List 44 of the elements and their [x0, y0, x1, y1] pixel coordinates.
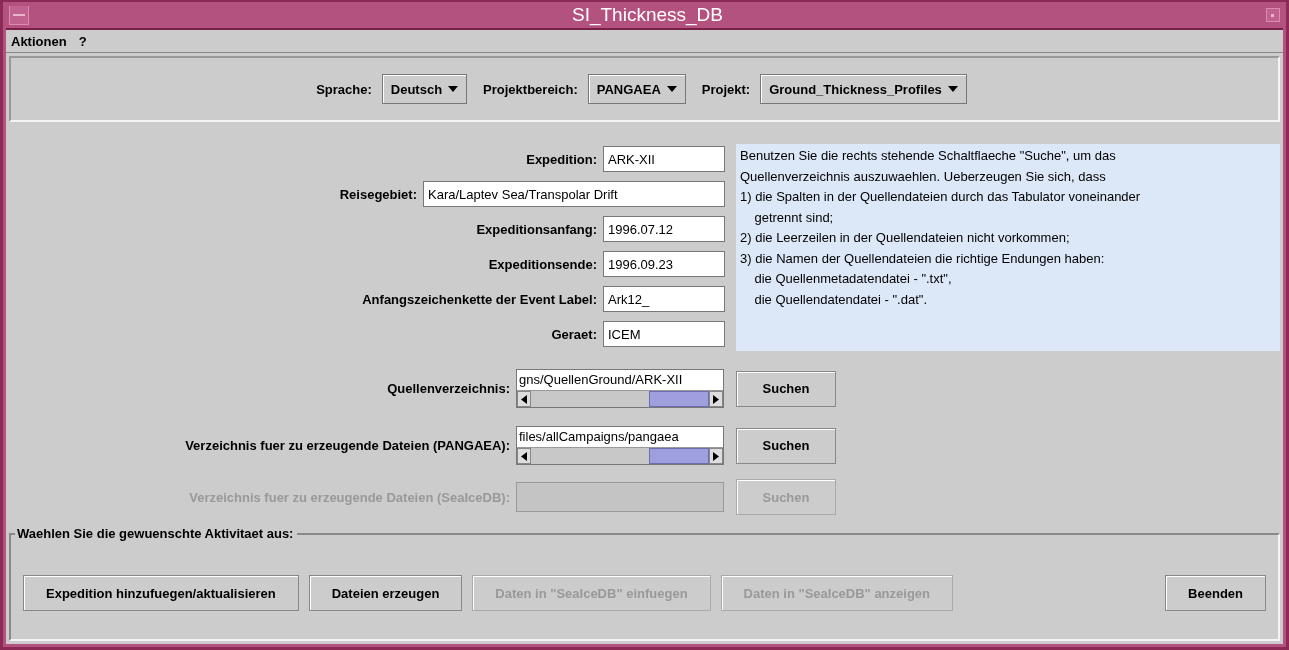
field-label: Reisegebiet: [339, 186, 417, 202]
action-button[interactable]: Beenden [1165, 575, 1266, 611]
menu-item[interactable]: Aktionen [11, 33, 67, 49]
field-label: Anfangszeichenkette der Event Label: [362, 291, 597, 307]
action-button[interactable]: Dateien erzeugen [308, 575, 463, 611]
field-label: Expeditionsende: [488, 256, 597, 272]
selector-label: Sprache: [316, 81, 372, 97]
maximize-button[interactable] [1266, 8, 1280, 22]
selector-label: Projektbereich: [483, 81, 578, 97]
scrollbar[interactable] [517, 447, 723, 464]
dropdown[interactable]: PANGAEA [587, 74, 686, 104]
caret-icon [666, 86, 677, 92]
caret-icon [947, 86, 958, 92]
search-button[interactable]: Suchen [736, 370, 836, 407]
caret-icon [448, 86, 459, 92]
window-title: SI_Thickness_DB [572, 4, 723, 26]
text-field[interactable]: ICEM [603, 321, 725, 347]
text-field[interactable]: Ark12_ [603, 286, 725, 312]
field-label: Expedition: [526, 151, 597, 167]
text-field[interactable]: ARK-XII [603, 146, 725, 172]
right-arrow-icon[interactable] [713, 394, 719, 404]
selector-label: Projekt: [701, 81, 751, 97]
left-arrow-icon[interactable] [521, 394, 527, 404]
group-title: Waehlen Sie die gewuenschte Aktivitaet aus: [15, 526, 298, 541]
field-label: Geraet: [551, 326, 597, 342]
dropdown[interactable]: Ground_Thickness_Profiles [760, 74, 967, 104]
right-arrow-icon[interactable] [713, 451, 719, 461]
path-field[interactable] [516, 482, 724, 512]
text-field[interactable]: Kara/Laptev Sea/Transpolar Drift [423, 181, 725, 207]
path-field[interactable]: gns/QuellenGround/ARK-XII [516, 369, 724, 408]
path-label: Verzeichnis fuer zu erzeugende Dateien (PANGAEA): [185, 438, 510, 453]
text-field[interactable]: 1996.07.12 [603, 216, 725, 242]
search-button[interactable]: Suchen [736, 427, 836, 464]
menu-item[interactable]: ? [78, 33, 87, 49]
dropdown[interactable]: Deutsch [381, 74, 468, 104]
path-label: Quellenverzeichnis: [387, 381, 510, 396]
left-arrow-icon[interactable] [521, 451, 527, 461]
path-field[interactable]: files/allCampaigns/pangaea [516, 426, 724, 465]
scrollbar[interactable] [517, 390, 723, 407]
window-menu-button[interactable] [9, 5, 29, 25]
action-button[interactable]: Expedition hinzufuegen/aktualisieren [23, 575, 299, 611]
field-label: Expeditionsanfang: [476, 221, 597, 237]
instructions-text: Benutzen Sie die rechts stehende Schaltflaeche "Suche", um das Quellenverzeichnis auszuwaehlen. Ueberzeugen Sie sich, dass 1) die Spalten in der Quellendateien durch das Tabulator voneinander getrennt sind; 2) die Leerzeilen in der Quellendateien nicht vorkommen; 3) die Namen der Quellendateien die richtige Endungen haben: die Quellenmetadatendatei - ".txt", die Quellendatendatei - ".dat". [736, 144, 1280, 351]
text-field[interactable]: 1996.09.23 [603, 251, 725, 277]
